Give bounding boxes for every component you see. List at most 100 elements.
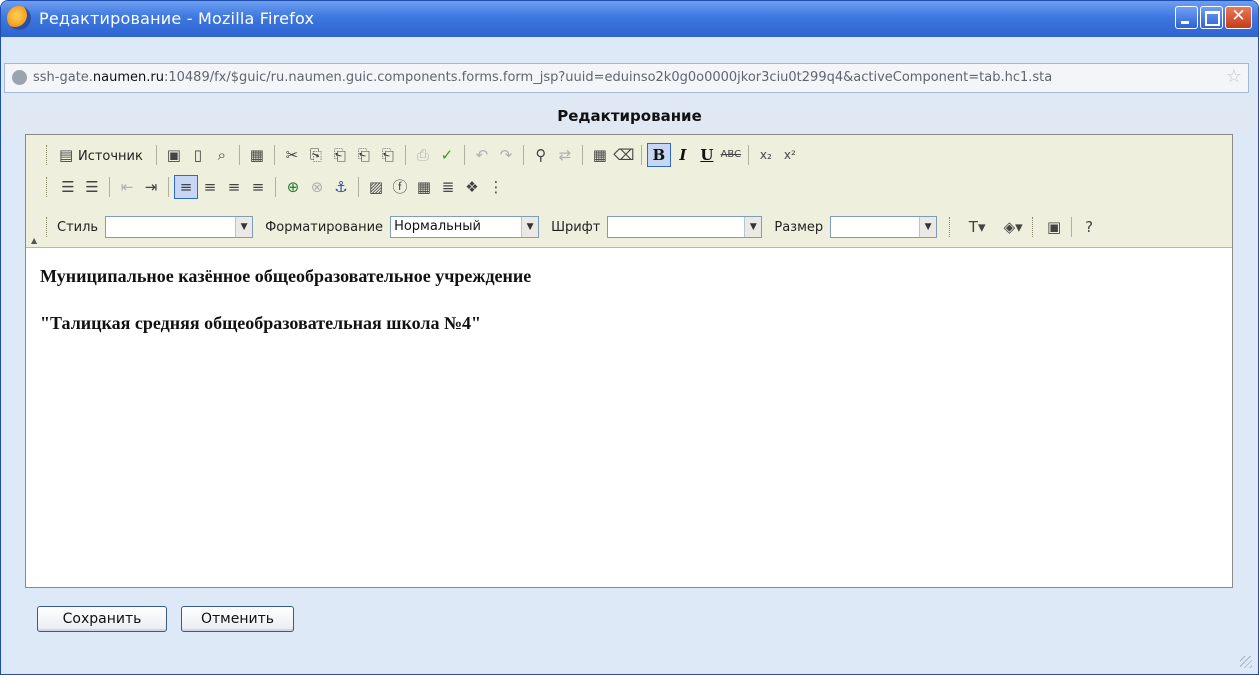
toolbar-grip[interactable] <box>949 217 953 237</box>
text-color-icon[interactable]: T▾ <box>960 216 994 238</box>
strikethrough-icon[interactable]: ABC <box>720 144 742 166</box>
spellcheck-icon[interactable]: ✓ <box>436 144 458 166</box>
paragraph-2[interactable]: "Талицкая средняя общеобразовательная шк… <box>40 313 531 334</box>
chevron-down-icon[interactable]: ▼ <box>744 217 762 237</box>
toolbar-grip[interactable] <box>1032 217 1036 237</box>
redo-icon[interactable]: ↷ <box>495 144 517 166</box>
align-justify-icon[interactable]: ≡ <box>247 176 269 198</box>
paragraph-1[interactable]: Муниципальное казённое общеобразовательн… <box>40 266 531 287</box>
image-icon[interactable]: ▨ <box>365 176 387 198</box>
toolbar-separator <box>168 177 169 197</box>
minimize-button[interactable] <box>1175 6 1198 29</box>
page-title: Редактирование <box>557 107 702 125</box>
align-right-icon[interactable]: ≡ <box>223 176 245 198</box>
chevron-down-icon[interactable]: ▼ <box>919 217 937 237</box>
url-prefix: ssh-gate. <box>33 70 93 85</box>
special-char-icon[interactable]: ❖ <box>461 176 483 198</box>
site-identity-icon[interactable] <box>12 70 27 85</box>
maximize-editor-icon[interactable]: ▣ <box>1043 216 1065 238</box>
toolbar-separator <box>404 145 406 165</box>
address-bar[interactable]: ssh-gate.naumen.ru:10489/fx/$guic/ru.nau… <box>4 63 1249 93</box>
page-break-icon[interactable]: ⋮ <box>485 176 507 198</box>
close-button[interactable]: ✕ <box>1225 6 1252 29</box>
table-icon[interactable]: ▦ <box>413 176 435 198</box>
paste-text-icon[interactable]: ⎗ <box>353 144 375 166</box>
toolbar-separator <box>155 145 157 165</box>
editor-content[interactable]: Муниципальное казённое общеобразовательн… <box>40 266 531 360</box>
style-label: Стиль <box>57 219 99 235</box>
bookmark-star-icon[interactable]: ☆ <box>1226 66 1242 87</box>
underline-icon[interactable]: U <box>696 144 718 166</box>
toolbar-separator <box>581 145 583 165</box>
toolbar-separator <box>640 145 642 165</box>
toolbar-collapse-icon[interactable]: ▲ <box>31 236 37 245</box>
toolbar-separator <box>109 177 110 197</box>
font-select[interactable]: ▼ <box>607 216 763 238</box>
align-center-icon[interactable]: ≡ <box>199 176 221 198</box>
toolbar-separator <box>273 145 275 165</box>
source-icon: ▤ <box>59 146 74 164</box>
size-select[interactable]: ▼ <box>830 216 938 238</box>
remove-format-icon[interactable]: ⌫ <box>613 144 635 166</box>
new-page-icon[interactable]: ▯ <box>187 144 209 166</box>
toolbar-separator <box>747 145 749 165</box>
toolbar-grip[interactable] <box>46 177 50 197</box>
print-icon[interactable]: ⎙ <box>412 144 434 166</box>
page-header: Редактирование <box>4 98 1255 134</box>
style-value <box>106 217 235 237</box>
format-value: Нормальный <box>394 219 481 234</box>
paste-word-icon[interactable]: ⎗ <box>377 144 399 166</box>
toolbar-row-2: ☰ ☰ ⇤ ⇥ ≡ ≡ ≡ ≡ ⊕ ⊗ ⚓ ▨ ⓕ ▦ ≣ ❖ ⋮ <box>46 173 507 201</box>
help-icon[interactable]: ? <box>1078 216 1100 238</box>
save-icon[interactable]: ▣ <box>163 144 185 166</box>
templates-icon[interactable]: ▦ <box>246 144 268 166</box>
toolbar-grip[interactable] <box>46 145 50 165</box>
toolbar-separator <box>1071 217 1073 237</box>
toolbar-separator <box>463 145 465 165</box>
link-icon[interactable]: ⊕ <box>282 176 304 198</box>
save-button[interactable]: Сохранить <box>37 606 167 632</box>
find-icon[interactable]: ⚲ <box>530 144 552 166</box>
paste-icon[interactable]: ⎗ <box>329 144 351 166</box>
style-select[interactable]: ▼ <box>105 216 254 238</box>
font-value <box>608 217 744 237</box>
source-button[interactable]: ▤ Источник <box>57 144 150 166</box>
horizontal-rule-icon[interactable]: ≣ <box>437 176 459 198</box>
numbered-list-icon[interactable]: ☰ <box>57 176 79 198</box>
flash-icon[interactable]: ⓕ <box>389 176 411 198</box>
outdent-icon[interactable]: ⇤ <box>116 176 138 198</box>
title-bar[interactable]: Редактирование - Mozilla Firefox ✕ <box>1 1 1258 37</box>
subscript-icon[interactable]: x₂ <box>755 144 777 166</box>
toolbar-row-3: Стиль ▼ Форматирование Нормальный ▼ Шрифт… <box>46 213 1100 241</box>
cancel-button[interactable]: Отменить <box>181 606 294 632</box>
preview-icon[interactable]: ⌕ <box>211 144 233 166</box>
toolbar-grip[interactable] <box>46 217 50 237</box>
background-color-icon[interactable]: ◈▾ <box>996 216 1030 238</box>
window-title: Редактирование - Mozilla Firefox <box>39 9 315 28</box>
bulleted-list-icon[interactable]: ☰ <box>81 176 103 198</box>
copy-icon[interactable]: ⎘ <box>305 144 327 166</box>
align-left-icon[interactable]: ≡ <box>174 175 198 199</box>
format-select[interactable]: Нормальный ▼ <box>390 216 540 238</box>
maximize-button[interactable] <box>1200 6 1223 29</box>
undo-icon[interactable]: ↶ <box>471 144 493 166</box>
resize-grip[interactable] <box>1240 656 1252 668</box>
toolbar-row-1: ▤ Источник ▣ ▯ ⌕ ▦ ✂ ⎘ ⎗ ⎗ ⎗ ⎙ ✓ ↶ ↷ ⚲ ⇄… <box>46 141 801 169</box>
unlink-icon[interactable]: ⊗ <box>306 176 328 198</box>
anchor-icon[interactable]: ⚓ <box>330 176 352 198</box>
close-icon: ✕ <box>1231 6 1246 26</box>
indent-icon[interactable]: ⇥ <box>140 176 162 198</box>
superscript-icon[interactable]: x² <box>779 144 801 166</box>
editor-toolbar: ▤ Источник ▣ ▯ ⌕ ▦ ✂ ⎘ ⎗ ⎗ ⎗ ⎙ ✓ ↶ ↷ ⚲ ⇄… <box>26 135 1232 248</box>
replace-icon[interactable]: ⇄ <box>554 144 576 166</box>
italic-icon[interactable]: I <box>672 144 694 166</box>
select-all-icon[interactable]: ▦ <box>589 144 611 166</box>
chevron-down-icon[interactable]: ▼ <box>521 217 539 237</box>
size-label: Размер <box>774 219 824 235</box>
cut-icon[interactable]: ✂ <box>281 144 303 166</box>
bold-icon[interactable]: B <box>646 143 671 167</box>
url-text[interactable]: ssh-gate.naumen.ru:10489/fx/$guic/ru.nau… <box>33 70 1052 85</box>
source-label: Источник <box>77 149 143 164</box>
chevron-down-icon[interactable]: ▼ <box>235 217 253 237</box>
browser-window: Редактирование - Mozilla Firefox ✕ ssh-g… <box>0 0 1259 675</box>
